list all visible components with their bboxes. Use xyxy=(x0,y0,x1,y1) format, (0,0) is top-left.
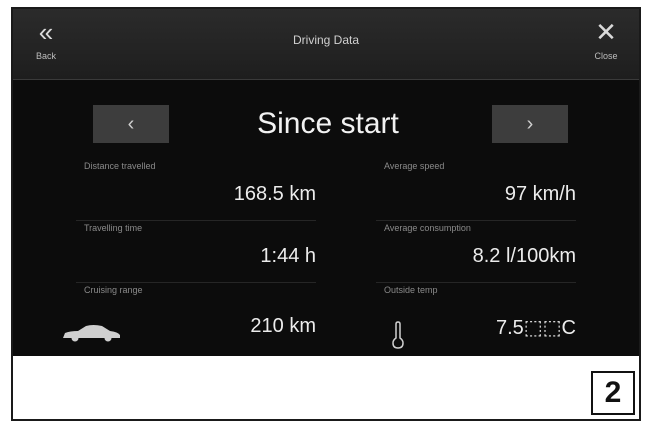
close-button[interactable]: ✕ Close xyxy=(575,9,637,79)
metric-label: Average speed xyxy=(384,161,445,171)
metric-label: Outside temp xyxy=(384,285,438,295)
metric-label: Travelling time xyxy=(84,223,143,233)
metric-value: 97 km/h xyxy=(504,183,576,205)
period-title: Since start xyxy=(257,107,399,140)
figure-number-badge: 2 xyxy=(591,371,635,415)
metric-outside-temp: Outside temp 7.5⬚⬚C xyxy=(376,285,576,349)
metric-value: 1:44 h xyxy=(260,245,316,267)
metric-cruising-range: Cruising range 210 km xyxy=(63,285,316,345)
metric-average-consumption: Average consumption 8.2 l/100km xyxy=(376,223,576,283)
header-bar: « Back Driving Data ✕ Close xyxy=(13,9,639,80)
thermometer-icon xyxy=(392,321,404,349)
display-screen: « Back Driving Data ✕ Close ‹ Since star… xyxy=(13,9,639,356)
figure-frame: « Back Driving Data ✕ Close ‹ Since star… xyxy=(11,7,641,421)
metric-value: 8.2 l/100km xyxy=(472,245,576,267)
metric-distance: Distance travelled 168.5 km xyxy=(76,161,316,221)
next-period-button[interactable]: › xyxy=(492,105,568,143)
metric-average-speed: Average speed 97 km/h xyxy=(376,161,576,221)
divider xyxy=(376,220,576,221)
page-title: Driving Data xyxy=(292,33,360,47)
metric-label: Cruising range xyxy=(84,285,143,295)
chevron-left-icon: ‹ xyxy=(127,113,135,135)
chevron-right-icon: › xyxy=(526,113,534,135)
back-label: Back xyxy=(35,51,56,61)
previous-period-button[interactable]: ‹ xyxy=(93,105,169,143)
double-chevron-left-icon: « xyxy=(38,17,54,47)
metric-travelling-time: Travelling time 1:44 h xyxy=(76,223,316,283)
close-icon: ✕ xyxy=(595,17,617,47)
divider xyxy=(76,282,316,283)
metric-value: 168.5 km xyxy=(233,183,316,205)
divider xyxy=(76,220,316,221)
metric-label: Average consumption xyxy=(384,223,471,233)
back-button[interactable]: « Back xyxy=(15,9,77,79)
metric-value: 7.5⬚⬚C xyxy=(495,317,576,339)
metric-label: Distance travelled xyxy=(84,161,156,171)
car-icon xyxy=(63,325,120,342)
metric-value: 210 km xyxy=(250,315,316,337)
divider xyxy=(376,282,576,283)
close-label: Close xyxy=(594,51,618,61)
